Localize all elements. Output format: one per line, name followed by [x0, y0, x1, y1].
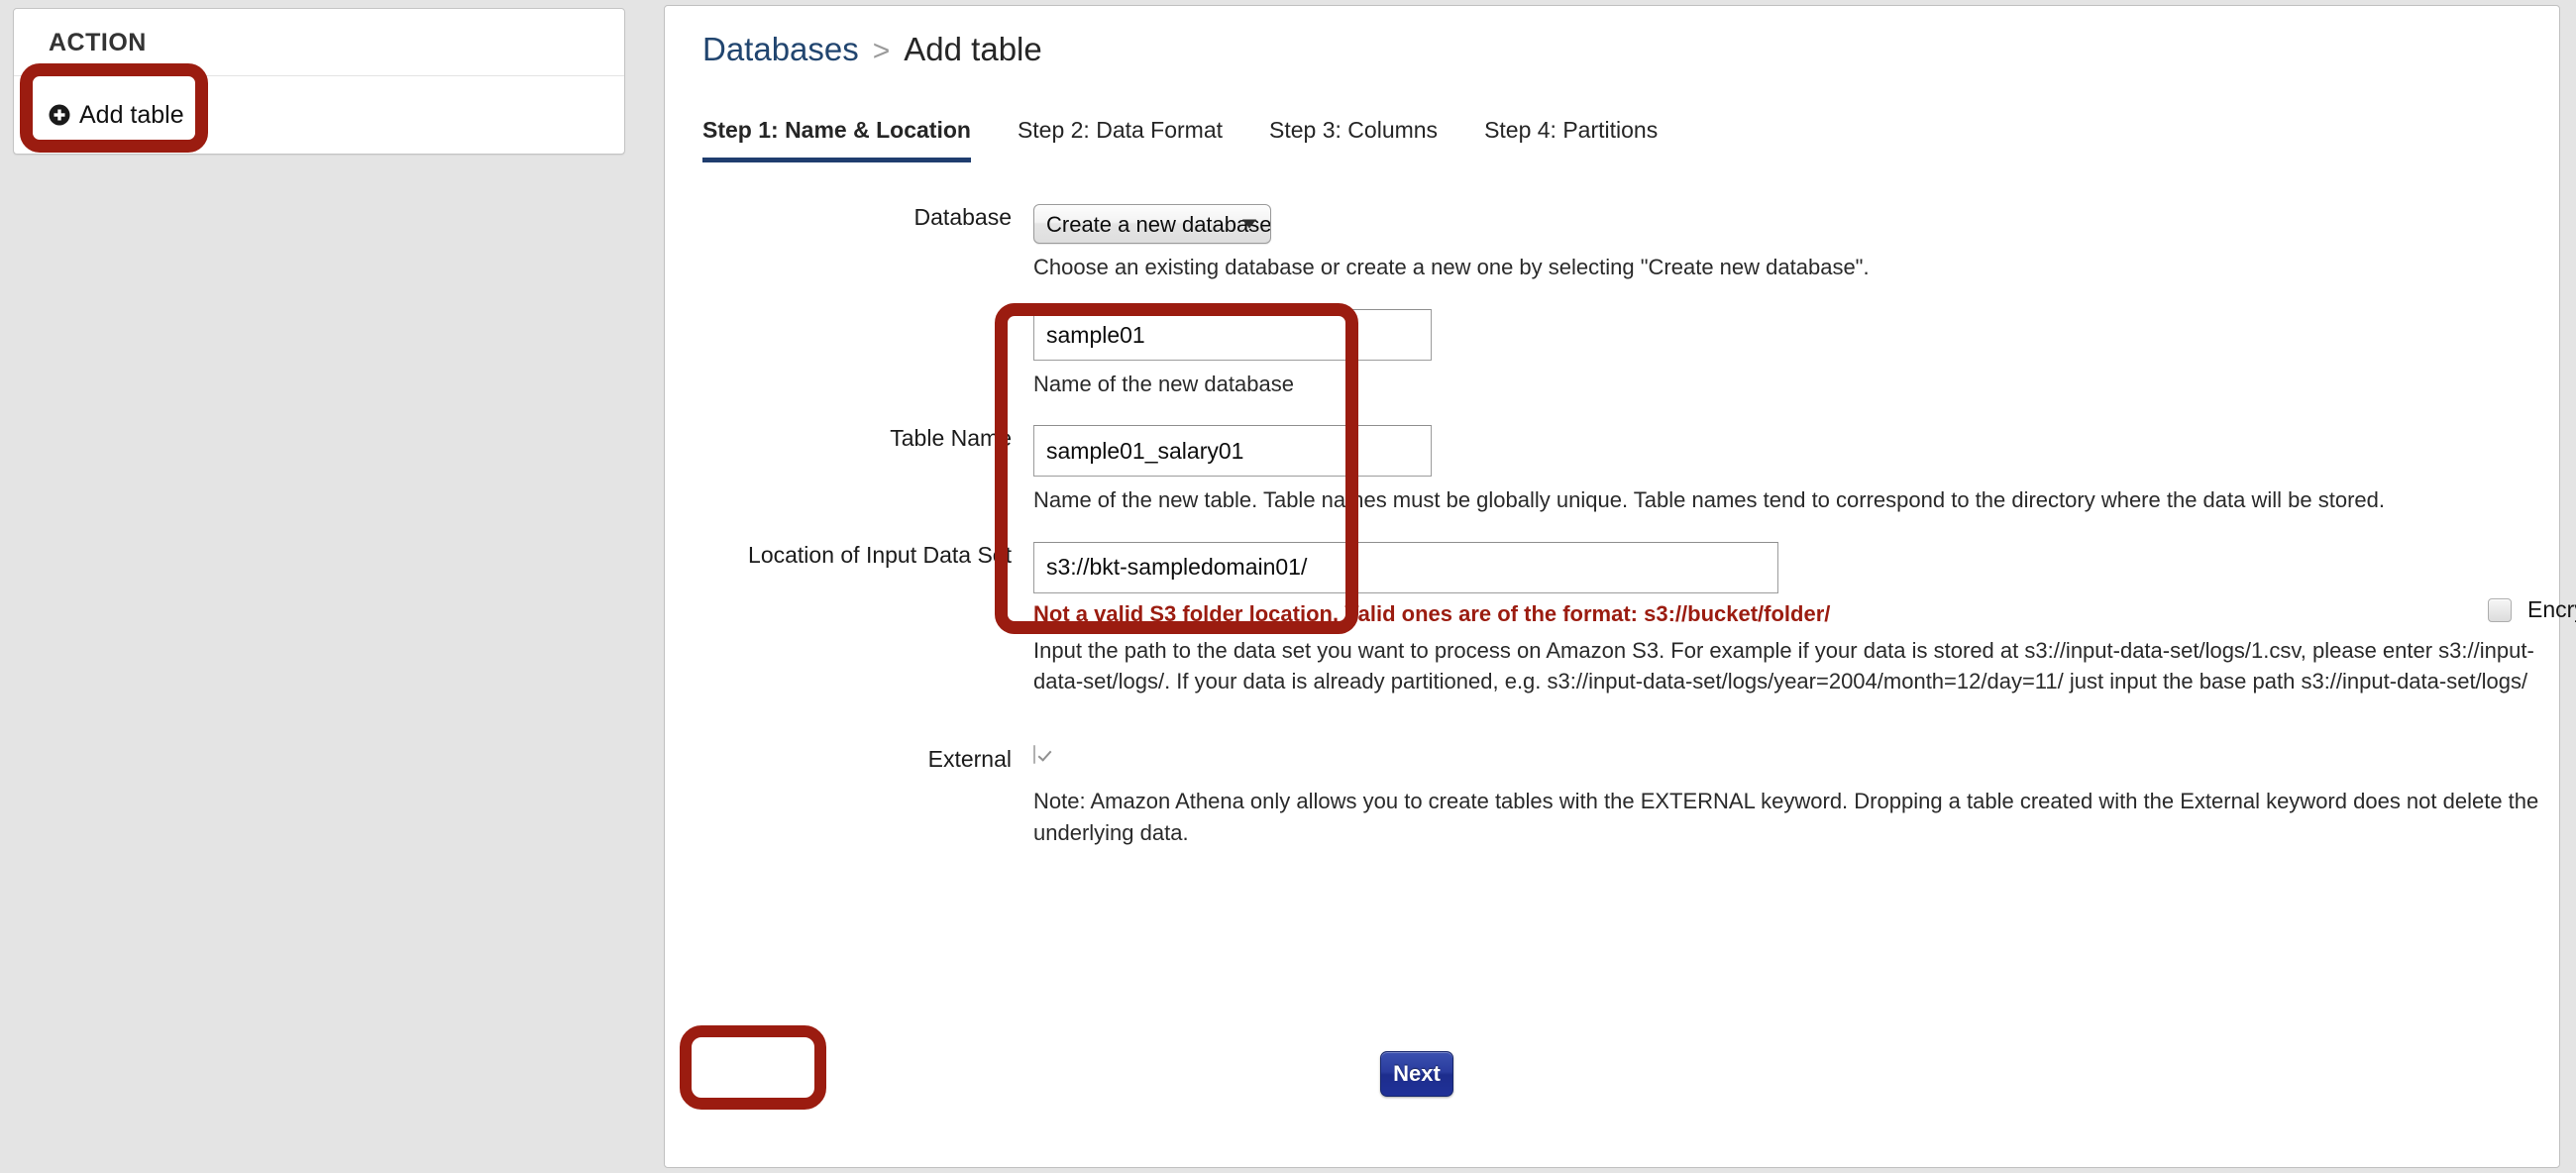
hint-table-name: Name of the new table. Table names must … — [1033, 487, 2385, 513]
label-database: Database — [913, 204, 1012, 230]
external-checkbox — [1033, 745, 1035, 765]
form-row-database: Database Create a new database Choose an… — [665, 204, 2559, 282]
tab-step-1-name-location[interactable]: Step 1: Name & Location — [702, 117, 971, 162]
form-row-location: Location of Input Data Set Not a valid S… — [665, 541, 2559, 696]
breadcrumb-databases-link[interactable]: Databases — [702, 31, 859, 68]
main-content-panel: Databases > Add table Step 1: Name & Loc… — [664, 5, 2576, 1168]
label-table-name: Table Name — [890, 425, 1012, 452]
location-error-message: Not a valid S3 folder location. Valid on… — [1033, 600, 1831, 626]
add-table-label: Add table — [79, 100, 184, 129]
table-name-input[interactable] — [1033, 425, 1432, 478]
encrypted-data-set-label: Encrypted data set — [2527, 596, 2576, 622]
tab-step-2-data-format[interactable]: Step 2: Data Format — [1018, 117, 1223, 162]
tab-step-3-columns[interactable]: Step 3: Columns — [1269, 117, 1438, 162]
encrypted-data-set-checkbox[interactable] — [2488, 597, 2512, 622]
hint-location: Input the path to the data set you want … — [1033, 637, 2534, 693]
hint-database: Choose an existing database or create a … — [1033, 255, 1870, 279]
new-database-name-input[interactable] — [1033, 309, 1432, 362]
add-table-form: Database Create a new database Choose an… — [665, 204, 2559, 848]
database-select-value: Create a new database — [1046, 212, 1271, 237]
breadcrumb-current-page: Add table — [904, 31, 1042, 67]
plus-circle-icon — [49, 104, 70, 126]
hint-new-database-name: Name of the new database — [1033, 372, 1294, 397]
form-row-new-database-name: Name of the new database — [665, 309, 2559, 399]
form-row-external: External Note: Amazon Athena only allows… — [665, 745, 2559, 848]
next-button[interactable]: Next — [1380, 1051, 1453, 1097]
encrypted-data-set-group: Encrypted data set — [2488, 596, 2576, 623]
database-select[interactable]: Create a new database — [1033, 204, 1271, 244]
label-location-of-input-data-set: Location of Input Data Set — [748, 541, 1012, 568]
action-sidebar-panel: ACTION Add table — [13, 8, 625, 155]
add-table-button[interactable]: Add table — [49, 101, 184, 130]
sidebar-action-row: Add table — [14, 76, 624, 154]
label-external: External — [927, 746, 1012, 773]
sidebar-header-action: ACTION — [14, 9, 624, 76]
breadcrumb: Databases > Add table — [702, 31, 1042, 68]
chevron-down-icon — [1242, 219, 1256, 229]
tab-step-4-partitions[interactable]: Step 4: Partitions — [1484, 117, 1658, 162]
location-input[interactable] — [1033, 541, 1778, 593]
form-row-table-name: Table Name Name of the new table. Table … — [665, 425, 2559, 515]
breadcrumb-separator-icon: > — [872, 35, 891, 67]
hint-external: Note: Amazon Athena only allows you to c… — [1033, 789, 2539, 845]
wizard-tabs: Step 1: Name & Location Step 2: Data For… — [702, 117, 1704, 162]
